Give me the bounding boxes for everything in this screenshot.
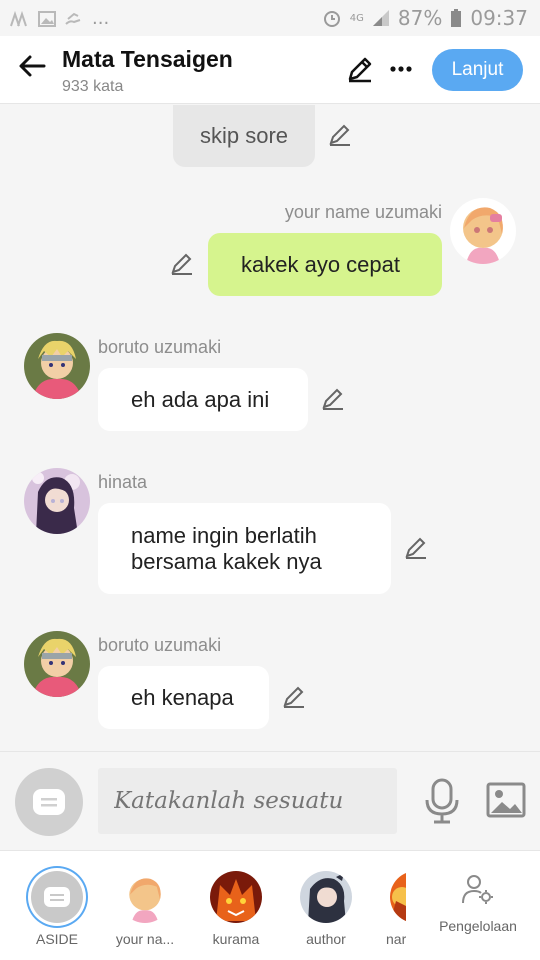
message-bubble[interactable]: eh kenapa bbox=[98, 666, 269, 729]
more-icon[interactable] bbox=[386, 54, 416, 84]
microphone-icon[interactable] bbox=[424, 778, 460, 824]
person-gear-icon bbox=[462, 875, 493, 904]
dock-item-author[interactable]: author bbox=[286, 871, 366, 947]
network-type: 4G bbox=[349, 12, 364, 24]
pencil-icon[interactable] bbox=[403, 535, 429, 561]
pencil-icon[interactable] bbox=[169, 251, 195, 277]
pencil-icon[interactable] bbox=[281, 684, 307, 710]
battery-icon bbox=[451, 9, 462, 27]
avatar bbox=[390, 871, 406, 923]
back-arrow-icon[interactable] bbox=[16, 50, 48, 82]
manage-label: Pengelolaan bbox=[439, 918, 517, 934]
signal-icon bbox=[372, 10, 389, 26]
comment-button[interactable] bbox=[15, 768, 83, 836]
chat-area[interactable]: skip sore your name uzumaki kakek ayo ce… bbox=[0, 105, 540, 750]
dock-item-aside[interactable]: ASIDE bbox=[17, 871, 97, 947]
status-bar: ... 4G 87% 09:37 bbox=[0, 0, 540, 36]
word-count: 933 kata bbox=[62, 78, 124, 95]
dock-label: ASIDE bbox=[35, 931, 78, 947]
dock-label: kurama bbox=[212, 931, 260, 947]
alarm-icon bbox=[323, 11, 340, 27]
message-input[interactable] bbox=[98, 768, 397, 834]
hand-icon bbox=[65, 12, 81, 25]
avatar bbox=[31, 871, 83, 923]
avatar bbox=[210, 871, 262, 923]
gallery-icon bbox=[38, 10, 56, 27]
message-bubble[interactable]: name ingin berlatih bersama kakek nya bbox=[98, 503, 391, 594]
manage-button[interactable]: Pengelolaan bbox=[428, 873, 528, 934]
next-button[interactable]: Lanjut bbox=[432, 49, 523, 91]
image-icon[interactable] bbox=[486, 782, 526, 818]
dock-label: your na... bbox=[115, 931, 175, 947]
dock-label: author bbox=[306, 931, 346, 947]
header-bar: Mata Tensaigen 933 kata Lanjut bbox=[0, 36, 540, 104]
message-bubble[interactable]: eh ada apa ini bbox=[98, 368, 308, 431]
pencil-icon[interactable] bbox=[320, 386, 346, 412]
clock-time: 09:37 bbox=[470, 6, 528, 30]
status-right: 4G 87% 09:37 bbox=[322, 6, 528, 30]
sender-name: boruto uzumaki bbox=[98, 337, 222, 357]
comment-icon bbox=[44, 887, 70, 907]
page-title: Mata Tensaigen bbox=[62, 46, 233, 72]
avatar[interactable] bbox=[24, 468, 90, 534]
dock-label: nar bbox=[386, 931, 406, 947]
system-message[interactable]: skip sore bbox=[173, 105, 315, 167]
battery-percent: 87% bbox=[397, 6, 443, 30]
sender-name: boruto uzumaki bbox=[98, 635, 222, 655]
notification-app-icon bbox=[10, 10, 27, 26]
message-bubble[interactable]: kakek ayo cepat bbox=[208, 233, 442, 296]
avatar bbox=[119, 871, 171, 923]
dock-item-nar[interactable]: nar bbox=[356, 871, 406, 947]
pencil-icon[interactable] bbox=[327, 122, 353, 148]
dock-item-kurama[interactable]: kurama bbox=[196, 871, 276, 947]
more-notifications: ... bbox=[92, 8, 110, 29]
pencil-icon[interactable] bbox=[345, 54, 375, 84]
sender-name: your name uzumaki bbox=[284, 202, 442, 222]
sender-name: hinata bbox=[98, 472, 148, 492]
avatar[interactable] bbox=[24, 333, 90, 399]
composer-bar bbox=[0, 751, 540, 849]
avatar bbox=[300, 871, 352, 923]
avatar[interactable] bbox=[450, 198, 516, 264]
avatar[interactable] bbox=[24, 631, 90, 697]
dock-item-your-name[interactable]: your na... bbox=[105, 871, 185, 947]
comment-icon bbox=[33, 789, 65, 815]
character-dock: ASIDE your na... kurama author nar Penge… bbox=[0, 850, 540, 960]
status-left: ... bbox=[10, 8, 109, 29]
